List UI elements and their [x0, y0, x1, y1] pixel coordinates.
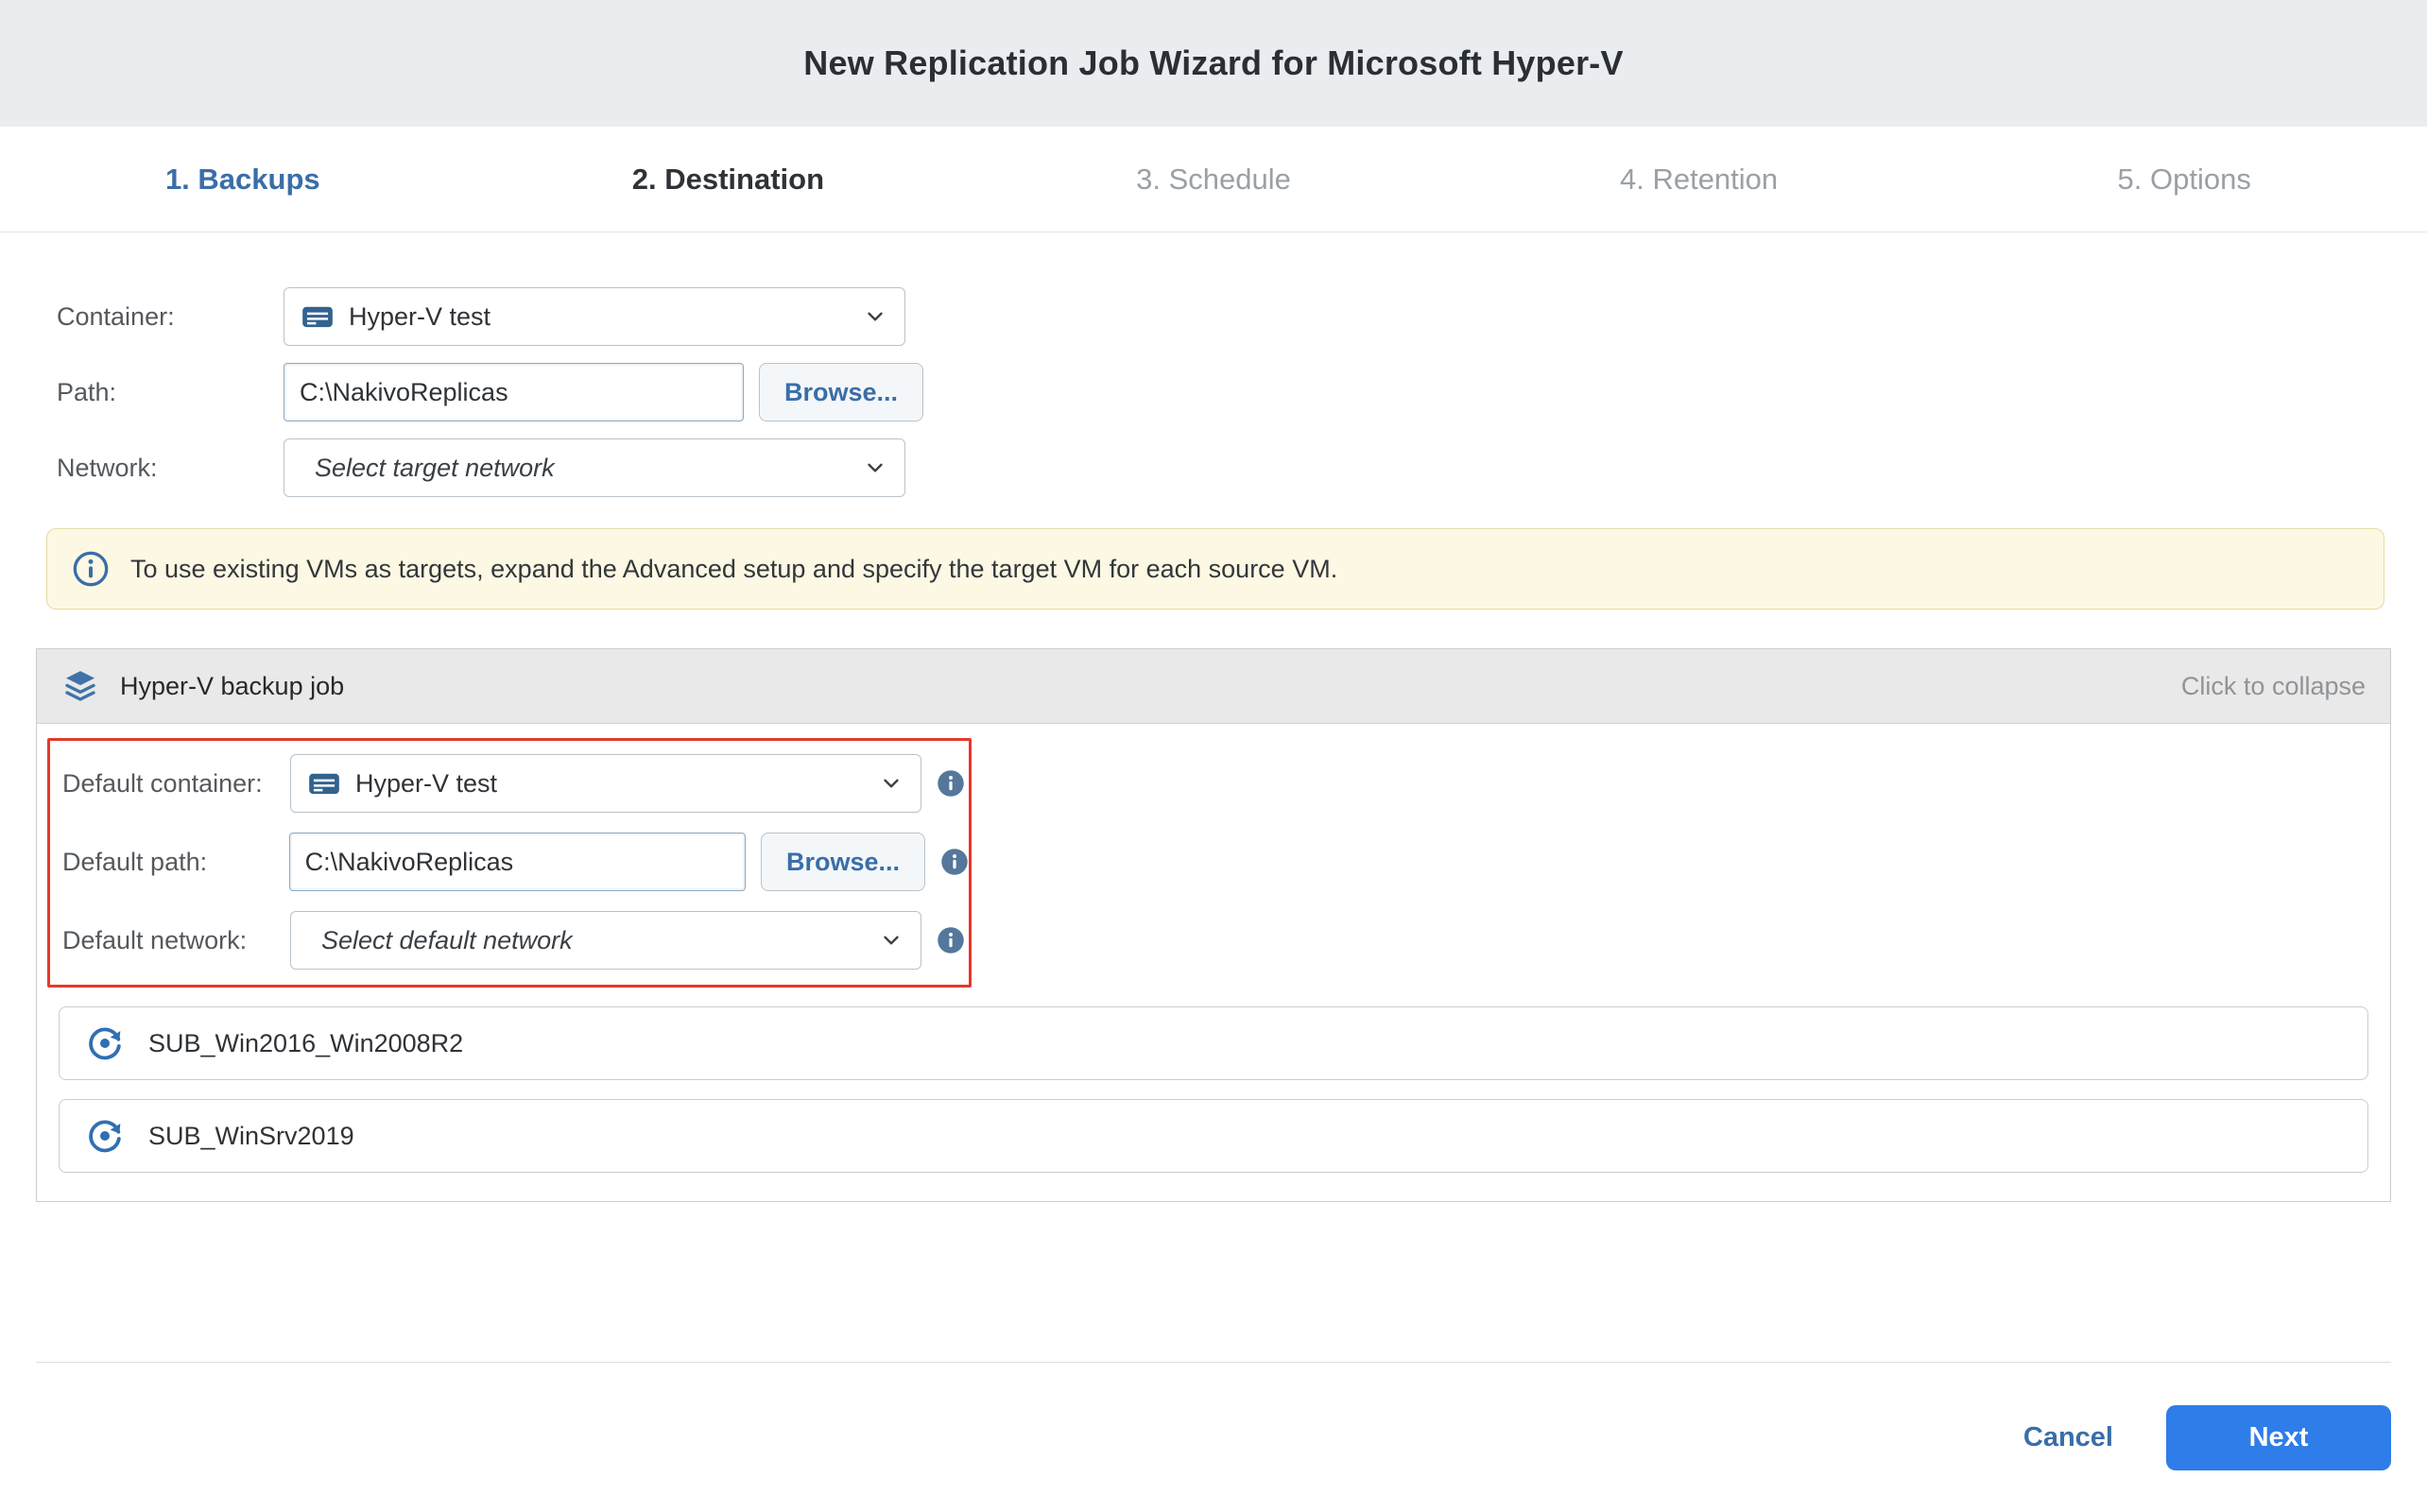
- default-network-label: Default network:: [62, 926, 290, 955]
- backup-job-panel-body: Default container: Hyper-V test: [37, 724, 2390, 1201]
- info-icon[interactable]: [937, 926, 965, 954]
- step-schedule: 3. Schedule: [971, 127, 1456, 232]
- footer-actions: Cancel Next: [2023, 1405, 2391, 1470]
- info-icon[interactable]: [940, 848, 969, 876]
- step-label: 3. Schedule: [1136, 163, 1291, 197]
- footer-divider: [36, 1362, 2391, 1363]
- browse-button[interactable]: Browse...: [759, 363, 923, 421]
- default-container-row: Default container: Hyper-V test: [62, 754, 969, 813]
- step-destination[interactable]: 2. Destination: [486, 127, 972, 232]
- storage-container-icon: [300, 299, 336, 335]
- vm-list-item[interactable]: SUB_Win2016_Win2008R2: [59, 1006, 2368, 1080]
- step-label: 5. Options: [2118, 163, 2251, 197]
- container-select[interactable]: Hyper-V test: [284, 287, 905, 346]
- default-network-row: Default network: Select default network: [62, 911, 969, 970]
- network-row: Network: Select target network: [57, 438, 2427, 497]
- wizard-window: New Replication Job Wizard for Microsoft…: [0, 0, 2427, 1512]
- container-selected-value: Hyper-V test: [336, 302, 863, 332]
- default-container-label: Default container:: [62, 769, 290, 799]
- container-row: Container: Hyper-V test: [57, 287, 2427, 346]
- titlebar: New Replication Job Wizard for Microsoft…: [0, 0, 2427, 127]
- layers-icon: [61, 667, 99, 705]
- step-label: 2. Destination: [632, 163, 824, 197]
- info-banner: To use existing VMs as targets, expand t…: [46, 528, 2384, 610]
- chevron-down-icon: [879, 928, 904, 953]
- vm-name: SUB_Win2016_Win2008R2: [148, 1029, 463, 1058]
- backup-job-panel-header[interactable]: Hyper-V backup job Click to collapse: [37, 649, 2390, 724]
- chevron-down-icon: [863, 455, 887, 480]
- defaults-highlight-box: Default container: Hyper-V test: [47, 738, 972, 988]
- replica-icon: [86, 1024, 124, 1062]
- replica-icon: [86, 1117, 124, 1155]
- info-banner-text: To use existing VMs as targets, expand t…: [130, 555, 1337, 584]
- default-container-selected-value: Hyper-V test: [342, 769, 879, 799]
- step-label: 1. Backups: [165, 163, 320, 197]
- path-input[interactable]: [284, 363, 744, 421]
- default-path-row: Default path: Browse...: [62, 833, 969, 891]
- default-browse-button[interactable]: Browse...: [761, 833, 925, 891]
- cancel-button[interactable]: Cancel: [2023, 1422, 2113, 1453]
- destination-form: Container: Hyper-V test Path: Browse...: [0, 232, 2427, 497]
- backup-job-title: Hyper-V backup job: [120, 672, 344, 701]
- container-label: Container:: [57, 302, 284, 332]
- chevron-down-icon: [863, 304, 887, 329]
- default-container-select[interactable]: Hyper-V test: [290, 754, 921, 813]
- default-network-placeholder: Select default network: [306, 926, 879, 955]
- path-row: Path: Browse...: [57, 363, 2427, 421]
- step-backups[interactable]: 1. Backups: [0, 127, 486, 232]
- network-placeholder: Select target network: [300, 454, 863, 483]
- next-button[interactable]: Next: [2166, 1405, 2391, 1470]
- vm-list-item[interactable]: SUB_WinSrv2019: [59, 1099, 2368, 1173]
- vm-name: SUB_WinSrv2019: [148, 1122, 354, 1151]
- default-path-label: Default path:: [62, 848, 289, 877]
- chevron-down-icon: [879, 771, 904, 796]
- network-select[interactable]: Select target network: [284, 438, 905, 497]
- default-network-select[interactable]: Select default network: [290, 911, 921, 970]
- collapse-hint: Click to collapse: [2181, 672, 2366, 701]
- step-retention: 4. Retention: [1456, 127, 1942, 232]
- info-icon: [72, 550, 110, 588]
- path-label: Path:: [57, 378, 284, 407]
- default-path-input[interactable]: [289, 833, 746, 891]
- backup-job-panel: Hyper-V backup job Click to collapse Def…: [36, 648, 2391, 1202]
- step-options: 5. Options: [1941, 127, 2427, 232]
- page-title: New Replication Job Wizard for Microsoft…: [803, 43, 1623, 83]
- network-label: Network:: [57, 454, 284, 483]
- step-label: 4. Retention: [1620, 163, 1778, 197]
- info-icon[interactable]: [937, 769, 965, 798]
- storage-container-icon: [306, 765, 342, 801]
- wizard-steps: 1. Backups 2. Destination 3. Schedule 4.…: [0, 127, 2427, 232]
